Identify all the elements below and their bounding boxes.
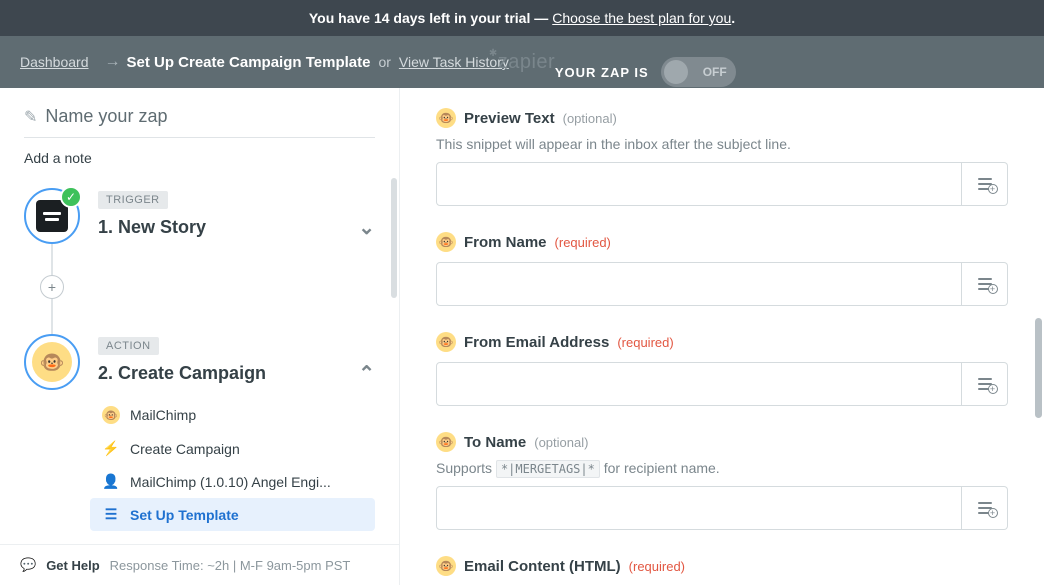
insert-field-button[interactable]: + (962, 362, 1008, 406)
trigger-tag: TRIGGER (98, 191, 168, 209)
field-email-content: 🐵 Email Content (HTML) (required) (436, 556, 1008, 576)
form-panel: 🐵 Preview Text (optional) This snippet w… (400, 88, 1044, 585)
action-step[interactable]: 🐵 ACTION 2. Create Campaign ⌃ 🐵 MailChim… (24, 334, 375, 531)
mailchimp-icon: 🐵 (436, 432, 456, 452)
or-text: or (378, 54, 390, 70)
trigger-title: 1. New Story (98, 217, 206, 238)
field-preview-text: 🐵 Preview Text (optional) This snippet w… (436, 108, 1008, 206)
help-label: Get Help (46, 558, 99, 573)
toggle-knob (664, 60, 688, 84)
zap-toggle[interactable]: OFF (661, 57, 736, 87)
add-step-button[interactable]: + (40, 275, 64, 299)
from-email-input[interactable] (436, 362, 962, 406)
substep-account[interactable]: 👤 MailChimp (1.0.10) Angel Engi... (90, 465, 375, 498)
substep-app[interactable]: 🐵 MailChimp (90, 398, 375, 432)
chevron-down-icon[interactable]: ⌄ (358, 215, 375, 240)
insert-field-button[interactable]: + (962, 162, 1008, 206)
sidebar-scrollbar[interactable] (391, 178, 397, 298)
mailchimp-icon: 🐵 (436, 232, 456, 252)
chevron-up-icon[interactable]: ⌃ (358, 361, 375, 386)
chat-icon: 💬 (20, 557, 36, 573)
trial-text: You have 14 days left in your trial — (309, 10, 548, 26)
mailchimp-icon: 🐵 (436, 332, 456, 352)
breadcrumb-arrow: → (105, 53, 121, 71)
preview-text-input[interactable] (436, 162, 962, 206)
from-name-input[interactable] (436, 262, 962, 306)
trigger-app-icon: ✓ (24, 188, 80, 244)
insert-field-button[interactable]: + (962, 486, 1008, 530)
action-app-icon: 🐵 (24, 334, 80, 390)
toggle-off-label: OFF (703, 65, 727, 79)
action-title: 2. Create Campaign (98, 363, 266, 384)
page-title: Set Up Create Campaign Template (127, 54, 371, 71)
substep-event[interactable]: ⚡ Create Campaign (90, 432, 375, 465)
person-icon: 👤 (102, 473, 120, 490)
add-note-button[interactable]: Add a note (24, 150, 375, 166)
pencil-icon: ✎ (24, 107, 37, 127)
dashboard-link[interactable]: Dashboard (20, 54, 89, 70)
insert-field-button[interactable]: + (962, 262, 1008, 306)
field-from-email: 🐵 From Email Address (required) + (436, 332, 1008, 406)
field-from-name: 🐵 From Name (required) + (436, 232, 1008, 306)
trial-banner: You have 14 days left in your trial — Ch… (0, 0, 1044, 36)
mailchimp-icon: 🐵 (436, 108, 456, 128)
zap-name-row: ✎ (24, 106, 375, 138)
lightning-icon: ⚡ (102, 440, 120, 457)
to-name-input[interactable] (436, 486, 962, 530)
trial-plan-link[interactable]: Choose the best plan for you (552, 10, 731, 26)
help-meta: Response Time: ~2h | M-F 9am-5pm PST (110, 558, 351, 573)
template-icon: ☰ (102, 506, 120, 523)
zap-name-input[interactable] (45, 106, 375, 127)
mailchimp-icon: 🐵 (102, 406, 120, 424)
mailchimp-icon: 🐵 (436, 556, 456, 576)
page-scrollbar[interactable] (1035, 318, 1042, 418)
sidebar: ✎ Add a note ✓ TRIGGER 1. New Story ⌄ (0, 88, 400, 585)
action-tag: ACTION (98, 337, 159, 355)
check-icon: ✓ (60, 186, 82, 208)
help-bar[interactable]: 💬 Get Help Response Time: ~2h | M-F 9am-… (0, 544, 399, 585)
field-to-name: 🐵 To Name (optional) Supports *|MERGETAG… (436, 432, 1008, 530)
header: Dashboard → Set Up Create Campaign Templ… (0, 36, 1044, 88)
substep-setup-template[interactable]: ☰ Set Up Template (90, 498, 375, 531)
zap-status-label: YOUR ZAP IS (555, 65, 649, 80)
trigger-step[interactable]: ✓ TRIGGER 1. New Story ⌄ (24, 188, 375, 244)
